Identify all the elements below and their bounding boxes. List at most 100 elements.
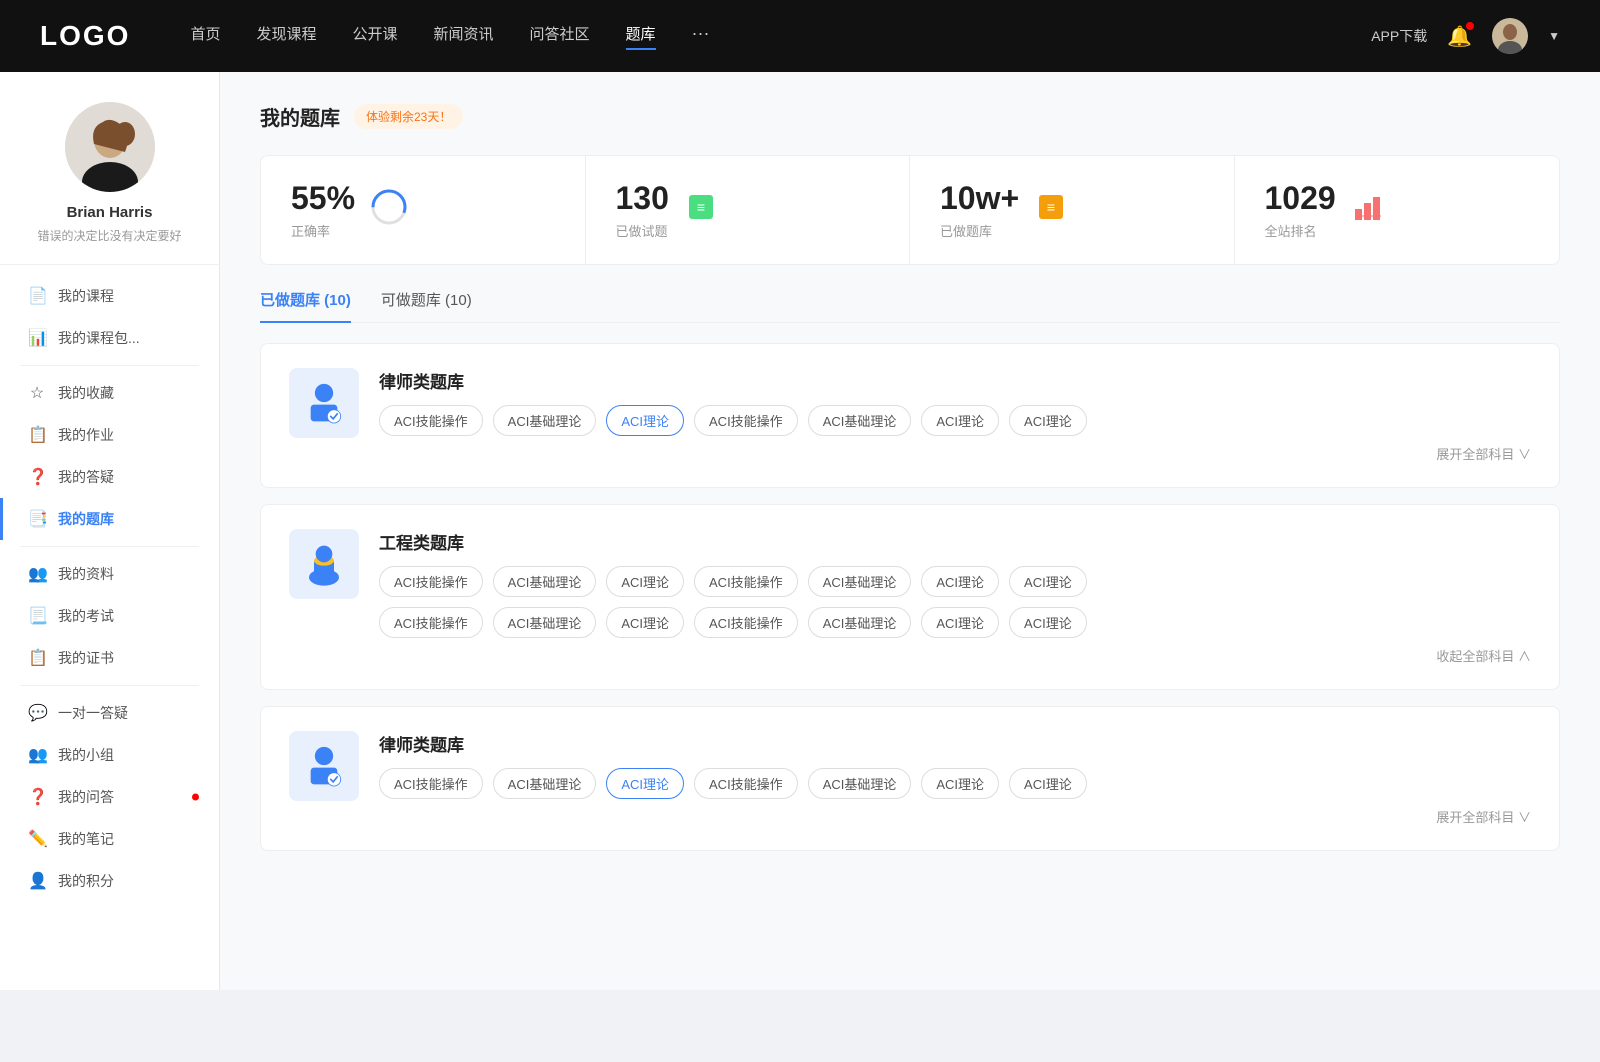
e-tag-5[interactable]: ACI基础理论 [808,566,912,597]
profile-section: Brian Harris 错误的决定比没有决定要好 [0,102,219,265]
tab-available-banks[interactable]: 可做题库 (10) [381,289,472,322]
sidebar-item-favorites[interactable]: ☆ 我的收藏 [0,372,219,414]
l2-tag-1[interactable]: ACI技能操作 [379,768,483,799]
sidebar-item-label: 我的收藏 [58,383,114,403]
l2-tag-7[interactable]: ACI理论 [1009,768,1087,799]
sidebar: Brian Harris 错误的决定比没有决定要好 📄 我的课程 📊 我的课程包… [0,72,220,990]
package-icon: 📊 [28,328,46,348]
l2-tag-2[interactable]: ACI基础理论 [493,768,597,799]
bank-tags-engineer-row2: ACI技能操作 ACI基础理论 ACI理论 ACI技能操作 ACI基础理论 AC… [379,607,1531,638]
nav-more[interactable]: ··· [692,23,710,50]
bank-info-lawyer-1: 律师类题库 ACI技能操作 ACI基础理论 ACI理论 ACI技能操作 ACI基… [379,368,1531,463]
tag-5[interactable]: ACI基础理论 [808,405,912,436]
menu-divider-2 [20,546,199,547]
nav-qa[interactable]: 问答社区 [530,23,590,50]
notes-icon: ✏️ [28,829,46,849]
tag-6[interactable]: ACI理论 [921,405,999,436]
sidebar-item-label: 我的课程 [58,286,114,306]
tab-done-banks[interactable]: 已做题库 (10) [260,289,351,322]
trial-badge: 体验剩余23天！ [354,104,463,129]
profile-name: Brian Harris [20,204,199,221]
stat-banks-content: 10w+ 已做题库 [940,180,1019,240]
sidebar-item-groups[interactable]: 👥 我的小组 [0,734,219,776]
tabs: 已做题库 (10) 可做题库 (10) [260,289,1560,323]
sidebar-item-label: 我的资料 [58,564,114,584]
sidebar-item-qa[interactable]: ❓ 我的答疑 [0,456,219,498]
sidebar-item-tutor[interactable]: 💬 一对一答疑 [0,692,219,734]
user-avatar[interactable] [1492,18,1528,54]
e-tag-r2-6[interactable]: ACI理论 [921,607,999,638]
homework-icon: 📋 [28,425,46,445]
sidebar-item-label: 我的课程包... [58,328,140,348]
page-header: 我的题库 体验剩余23天！ [260,102,1560,131]
e-tag-1[interactable]: ACI技能操作 [379,566,483,597]
sidebar-item-my-courses[interactable]: 📄 我的课程 [0,275,219,317]
bank-card-engineer: 工程类题库 ACI技能操作 ACI基础理论 ACI理论 ACI技能操作 ACI基… [260,504,1560,690]
e-tag-7[interactable]: ACI理论 [1009,566,1087,597]
bank-info-engineer: 工程类题库 ACI技能操作 ACI基础理论 ACI理论 ACI技能操作 ACI基… [379,529,1531,665]
sidebar-item-label: 我的笔记 [58,829,114,849]
notification-dot [1466,22,1474,30]
tag-4[interactable]: ACI技能操作 [694,405,798,436]
exam-icon: 📃 [28,606,46,626]
nav-open-course[interactable]: 公开课 [352,23,397,50]
sidebar-item-materials[interactable]: 👥 我的资料 [0,553,219,595]
sidebar-menu: 📄 我的课程 📊 我的课程包... ☆ 我的收藏 📋 我的作业 ❓ 我的答疑 � [0,265,219,912]
bank-name-lawyer-1: 律师类题库 [379,368,1531,393]
engineer-icon [289,529,359,599]
e-tag-r2-3[interactable]: ACI理论 [606,607,684,638]
stats-row: 55% 正确率 130 已做试题 ≡ [260,155,1560,265]
profile-quote: 错误的决定比没有决定要好 [20,227,199,244]
tag-2[interactable]: ACI基础理论 [493,405,597,436]
nav-question-bank[interactable]: 题库 [626,23,656,50]
notification-bell[interactable]: 🔔 [1447,24,1472,49]
e-tag-r2-2[interactable]: ACI基础理论 [493,607,597,638]
menu-divider-3 [20,685,199,686]
l2-tag-6[interactable]: ACI理论 [921,768,999,799]
nav-right: APP下载 🔔 ▼ [1371,18,1560,54]
stat-accuracy-label: 正确率 [291,221,355,240]
page-layout: Brian Harris 错误的决定比没有决定要好 📄 我的课程 📊 我的课程包… [0,72,1600,990]
expand-link-1[interactable]: 展开全部科目 ∨ [379,444,1531,463]
materials-icon: 👥 [28,564,46,584]
tag-7[interactable]: ACI理论 [1009,405,1087,436]
e-tag-4[interactable]: ACI技能操作 [694,566,798,597]
sidebar-item-label: 我的作业 [58,425,114,445]
bank-tags-lawyer-1: ACI技能操作 ACI基础理论 ACI理论 ACI技能操作 ACI基础理论 AC… [379,405,1531,436]
stat-rank-number: 1029 [1265,180,1336,217]
expand-link-2[interactable]: 展开全部科目 ∨ [379,807,1531,826]
stat-done-content: 130 已做试题 [616,180,669,240]
e-tag-6[interactable]: ACI理论 [921,566,999,597]
tag-3-selected[interactable]: ACI理论 [606,405,684,436]
sidebar-item-certificates[interactable]: 📋 我的证书 [0,637,219,679]
sidebar-item-question-bank[interactable]: 📑 我的题库 [0,498,219,540]
l2-tag-5[interactable]: ACI基础理论 [808,768,912,799]
stat-rank: 1029 全站排名 [1235,156,1560,264]
e-tag-r2-1[interactable]: ACI技能操作 [379,607,483,638]
collapse-link-engineer[interactable]: 收起全部科目 ∧ [379,646,1531,665]
l2-tag-3-selected[interactable]: ACI理论 [606,768,684,799]
sidebar-item-exams[interactable]: 📃 我的考试 [0,595,219,637]
e-tag-r2-4[interactable]: ACI技能操作 [694,607,798,638]
bank-info-lawyer-2: 律师类题库 ACI技能操作 ACI基础理论 ACI理论 ACI技能操作 ACI基… [379,731,1531,826]
app-download-link[interactable]: APP下载 [1371,26,1427,46]
nav-news[interactable]: 新闻资讯 [434,23,494,50]
stat-done-questions: 130 已做试题 ≡ [586,156,911,264]
sidebar-item-points[interactable]: 👤 我的积分 [0,860,219,902]
sidebar-item-questions[interactable]: ❓ 我的问答 [0,776,219,818]
e-tag-r2-7[interactable]: ACI理论 [1009,607,1087,638]
my-qa-icon: ❓ [28,787,46,807]
sidebar-item-homework[interactable]: 📋 我的作业 [0,414,219,456]
e-tag-r2-5[interactable]: ACI基础理论 [808,607,912,638]
sidebar-item-label: 我的考试 [58,606,114,626]
tag-1[interactable]: ACI技能操作 [379,405,483,436]
nav-home[interactable]: 首页 [190,23,220,50]
e-tag-3[interactable]: ACI理论 [606,566,684,597]
l2-tag-4[interactable]: ACI技能操作 [694,768,798,799]
sidebar-item-notes[interactable]: ✏️ 我的笔记 [0,818,219,860]
user-menu-chevron[interactable]: ▼ [1548,29,1560,43]
sidebar-item-course-packages[interactable]: 📊 我的课程包... [0,317,219,359]
tutor-icon: 💬 [28,703,46,723]
nav-discover[interactable]: 发现课程 [256,23,316,50]
e-tag-2[interactable]: ACI基础理论 [493,566,597,597]
